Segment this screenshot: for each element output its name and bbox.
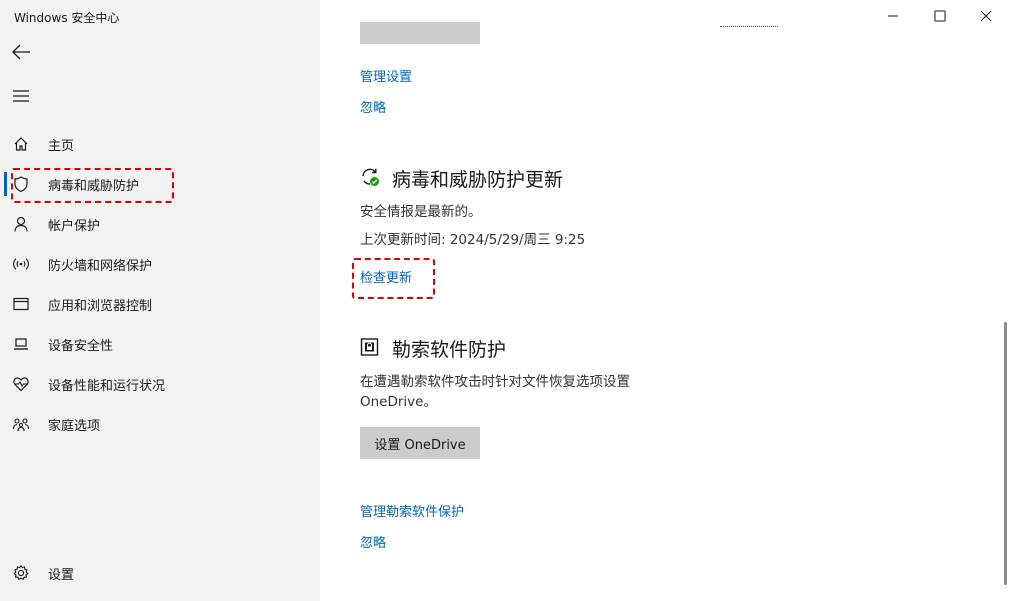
sidebar-item-firewall[interactable]: 防火墙和网络保护: [0, 246, 320, 282]
maximize-icon: [934, 10, 946, 22]
sidebar-item-label: 家庭选项: [48, 419, 101, 434]
ransomware-description-line2: OneDrive。: [360, 394, 437, 410]
gear-icon: [13, 564, 29, 581]
hamburger-icon: [13, 90, 29, 102]
wifi-icon: [13, 258, 29, 270]
sidebar: 主页 病毒和威胁防护 帐户保护 防火墙和网络保护 应用和浏览器控制 设备安全性 …: [0, 0, 320, 601]
sidebar-item-virus-protection[interactable]: 病毒和威胁防护: [0, 166, 320, 202]
sidebar-item-label: 防火墙和网络保护: [48, 259, 153, 274]
sidebar-item-home[interactable]: 主页: [0, 126, 320, 162]
shield-icon: [14, 176, 28, 193]
sidebar-item-device-performance[interactable]: 设备性能和运行状况: [0, 366, 320, 402]
maximize-button[interactable]: [917, 0, 963, 32]
sidebar-item-label: 设置: [48, 568, 75, 583]
sidebar-item-settings[interactable]: 设置: [0, 555, 320, 591]
ransomware-protection-icon: [360, 338, 379, 356]
person-icon: [14, 216, 28, 232]
dismiss-link-top[interactable]: 忽略: [360, 97, 386, 116]
ransomware-description-line1: 在遭遇勒索软件攻击时针对文件恢复选项设置: [360, 374, 630, 390]
manage-ransomware-link[interactable]: 管理勒索软件保护: [360, 501, 464, 520]
sidebar-item-label: 设备安全性: [48, 339, 114, 354]
back-button[interactable]: [10, 42, 32, 62]
sidebar-item-label: 应用和浏览器控制: [48, 299, 153, 314]
sidebar-item-family-options[interactable]: 家庭选项: [0, 406, 320, 442]
main-content: 管理设置 忽略 病毒和威胁防护更新 安全情报是最新的。 上次更新时间: 2024…: [320, 0, 1009, 601]
sidebar-item-label: 帐户保护: [48, 219, 101, 234]
close-button[interactable]: [963, 0, 1009, 32]
app-window-icon: [13, 297, 29, 311]
updates-status-text: 安全情报是最新的。: [360, 204, 482, 220]
sidebar-item-label: 设备性能和运行状况: [48, 379, 166, 394]
sidebar-item-account-protection[interactable]: 帐户保护: [0, 206, 320, 242]
updates-section-title: 病毒和威胁防护更新: [392, 169, 564, 191]
window-title: Windows 安全中心: [14, 11, 120, 25]
close-icon: [980, 10, 992, 22]
manage-settings-link[interactable]: 管理设置: [360, 66, 412, 85]
active-indicator: [4, 172, 7, 196]
family-icon: [12, 418, 30, 432]
heart-icon: [13, 377, 29, 392]
minimize-button[interactable]: [870, 0, 916, 32]
update-sync-icon: [362, 168, 379, 186]
setup-onedrive-button[interactable]: 设置 OneDrive: [360, 427, 480, 459]
laptop-icon: [14, 338, 28, 350]
ransomware-section-title: 勒索软件防护: [392, 339, 507, 361]
title-bar: Windows 安全中心: [0, 0, 1009, 32]
sidebar-item-label: 主页: [48, 139, 75, 154]
sidebar-item-label: 病毒和威胁防护: [48, 179, 140, 194]
menu-button[interactable]: [11, 88, 31, 104]
scrollbar-thumb[interactable]: [1004, 322, 1007, 585]
minimize-icon: [888, 15, 898, 17]
check-updates-link[interactable]: 检查更新: [360, 267, 412, 286]
home-icon: [14, 137, 28, 151]
sidebar-item-device-security[interactable]: 设备安全性: [0, 326, 320, 362]
back-arrow-icon: [12, 44, 30, 60]
last-update-text: 上次更新时间: 2024/5/29/周三 9:25: [360, 232, 586, 248]
dismiss-link-bottom[interactable]: 忽略: [360, 532, 386, 551]
sidebar-item-app-browser[interactable]: 应用和浏览器控制: [0, 286, 320, 322]
